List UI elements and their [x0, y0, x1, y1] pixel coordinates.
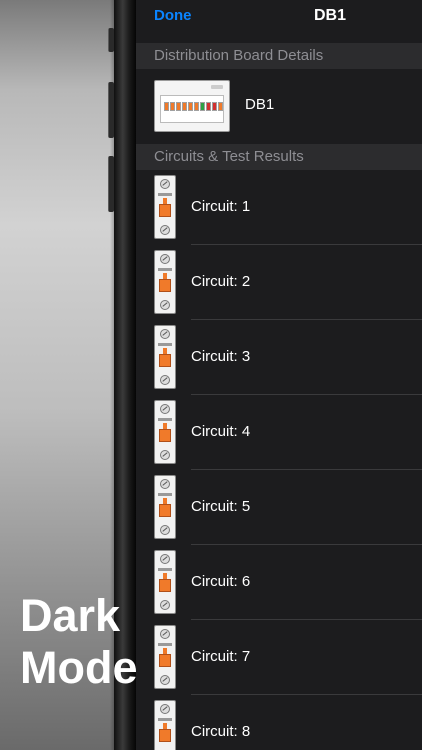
circuit-label: Circuit: 2 — [191, 273, 251, 290]
done-button[interactable]: Done — [154, 7, 192, 24]
circuit-breaker-icon — [154, 325, 176, 389]
section-header-circuits: Circuits & Test Results — [136, 144, 422, 170]
circuit-row[interactable]: Circuit: 5 — [136, 470, 422, 545]
circuit-breaker-icon — [154, 625, 176, 689]
circuit-row[interactable]: Circuit: 8 — [136, 695, 422, 750]
page-title: DB1 — [314, 7, 347, 24]
board-name: DB1 — [245, 96, 275, 113]
circuit-breaker-icon — [154, 175, 176, 239]
circuit-breaker-icon — [154, 400, 176, 464]
promo-caption: Dark Mode — [20, 590, 138, 693]
circuit-row[interactable]: Circuit: 4 — [136, 395, 422, 470]
circuit-row[interactable]: Circuit: 7 — [136, 620, 422, 695]
circuit-breaker-icon — [154, 250, 176, 314]
circuit-row[interactable]: Circuit: 2 — [136, 245, 422, 320]
circuit-row[interactable]: Circuit: 3 — [136, 320, 422, 395]
circuit-breaker-icon — [154, 550, 176, 614]
circuit-label: Circuit: 6 — [191, 573, 251, 590]
circuit-label: Circuit: 7 — [191, 648, 251, 665]
circuit-label: Circuit: 4 — [191, 423, 251, 440]
circuit-label: Circuit: 5 — [191, 498, 251, 515]
circuit-label: Circuit: 3 — [191, 348, 251, 365]
section-header-board-details: Distribution Board Details — [136, 43, 422, 69]
circuit-breaker-icon — [154, 475, 176, 539]
circuit-list: Circuit: 1 Circuit: 2 Circuit: 3 Circuit: 4… — [136, 170, 422, 750]
circuit-breaker-icon — [154, 700, 176, 750]
circuit-label: Circuit: 1 — [191, 198, 251, 215]
navigation-bar: Done DB1 — [136, 0, 422, 40]
circuit-label: Circuit: 8 — [191, 723, 251, 740]
circuit-row[interactable]: Circuit: 1 — [136, 170, 422, 245]
app-screen: Done DB1 Distribution Board Details DB1 … — [136, 0, 422, 750]
distribution-board-icon — [154, 80, 230, 132]
circuit-row[interactable]: Circuit: 6 — [136, 545, 422, 620]
board-row[interactable]: DB1 — [136, 69, 422, 144]
